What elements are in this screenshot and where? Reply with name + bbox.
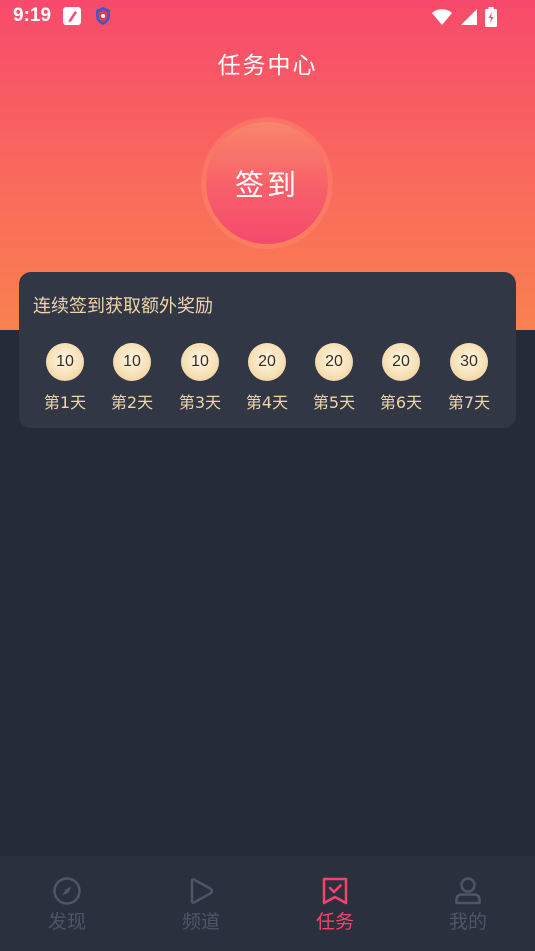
coin-icon: 20 xyxy=(315,343,353,381)
streak-reward-title: 连续签到获取额外奖励 xyxy=(33,296,213,317)
day-reward-3: 10 第3天 xyxy=(167,343,233,413)
tab-label: 我的 xyxy=(448,911,487,933)
day-label: 第2天 xyxy=(110,393,154,412)
status-bar: 9:19 xyxy=(0,0,535,34)
coin-icon: 20 xyxy=(382,343,420,381)
checkin-button[interactable]: 签到 xyxy=(206,122,328,244)
tab-discover[interactable]: 发现 xyxy=(0,856,134,951)
task-bookmark-icon xyxy=(320,876,350,906)
signal-icon xyxy=(459,8,479,30)
tab-tasks[interactable]: 任务 xyxy=(268,856,402,951)
bottom-tab-bar: 发现 频道 任务 我的 xyxy=(0,856,535,951)
day-label: 第1天 xyxy=(43,393,87,412)
wifi-icon xyxy=(431,8,453,30)
battery-charging-icon xyxy=(485,7,497,31)
tab-label: 任务 xyxy=(315,911,354,933)
day-label: 第3天 xyxy=(178,393,222,412)
page-title: 任务中心 xyxy=(217,53,318,79)
day-label: 第7天 xyxy=(447,393,491,412)
coin-icon: 10 xyxy=(113,343,151,381)
compass-icon xyxy=(52,876,82,906)
tab-me[interactable]: 我的 xyxy=(401,856,535,951)
user-icon xyxy=(453,876,483,906)
streak-reward-card: 连续签到获取额外奖励 10 第1天 10 第2天 10 第3天 20 第4天 2… xyxy=(19,272,516,428)
streak-days-row: 10 第1天 10 第2天 10 第3天 20 第4天 20 第5天 20 第6… xyxy=(19,343,516,413)
play-icon xyxy=(186,876,216,906)
coin-icon: 10 xyxy=(181,343,219,381)
tab-label: 发现 xyxy=(47,911,86,933)
day-label: 第6天 xyxy=(379,393,423,412)
day-label: 第5天 xyxy=(312,393,356,412)
tab-label: 频道 xyxy=(181,911,220,933)
status-left-icons xyxy=(62,6,112,30)
shield-icon xyxy=(94,6,112,30)
day-reward-1: 10 第1天 xyxy=(32,343,98,413)
day-reward-5: 20 第5天 xyxy=(301,343,367,413)
day-reward-6: 20 第6天 xyxy=(368,343,434,413)
day-reward-2: 10 第2天 xyxy=(99,343,165,413)
coin-icon: 10 xyxy=(46,343,84,381)
day-reward-4: 20 第4天 xyxy=(234,343,300,413)
day-reward-7: 30 第7天 xyxy=(436,343,502,413)
coin-icon: 20 xyxy=(248,343,286,381)
coin-icon: 30 xyxy=(450,343,488,381)
status-right-icons xyxy=(431,7,497,31)
day-label: 第4天 xyxy=(245,393,289,412)
edit-square-icon xyxy=(62,6,82,30)
tab-channels[interactable]: 频道 xyxy=(134,856,268,951)
status-time: 9:19 xyxy=(13,5,52,26)
